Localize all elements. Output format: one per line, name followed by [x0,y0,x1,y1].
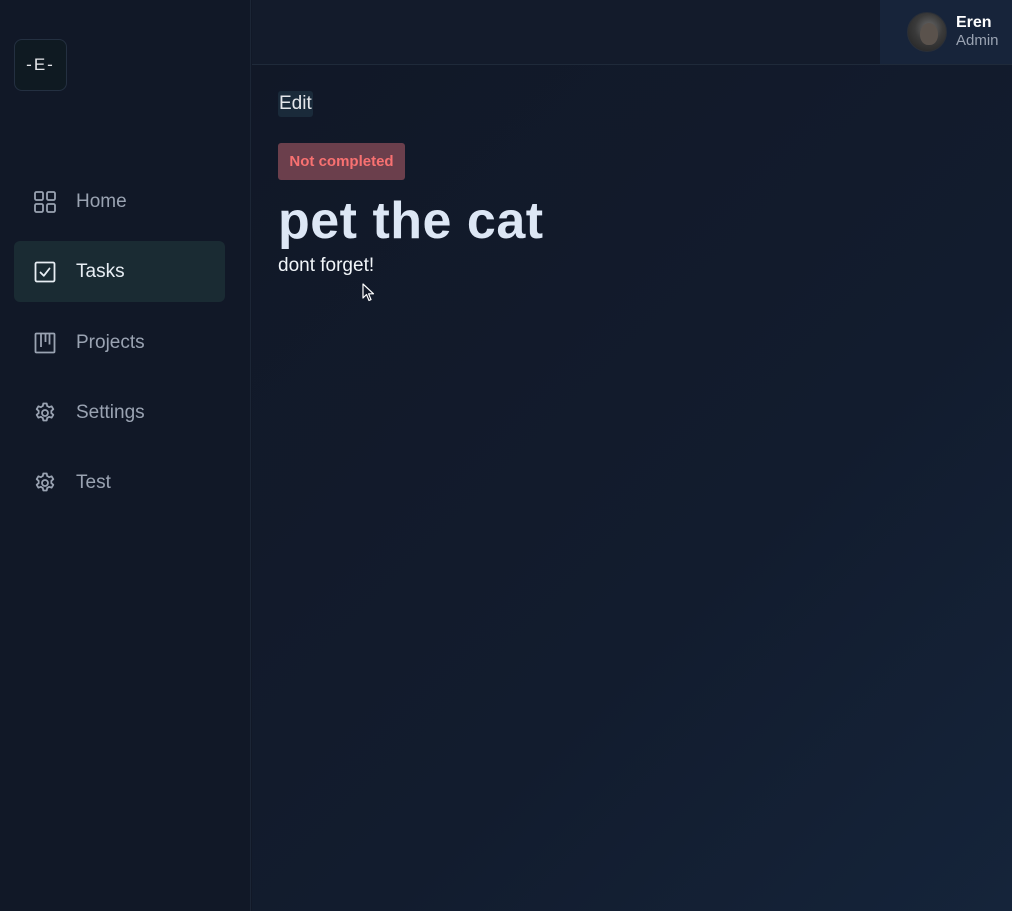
status-badge: Not completed [278,143,405,180]
sidebar-item-label: Test [76,471,111,493]
sidebar-item-label: Projects [76,331,145,353]
avatar [907,12,947,52]
gear-icon [33,401,57,425]
kanban-icon [33,331,57,355]
top-header: Eren Admin [252,0,1012,65]
task-title: pet the cat [278,192,544,250]
logo[interactable]: -E- [14,39,67,91]
grid-icon [33,190,57,214]
task-detail: Edit Not completed pet the cat dont forg… [252,65,1012,911]
sidebar-item-test[interactable]: Test [14,452,225,513]
sidebar-item-home[interactable]: Home [14,171,225,232]
gear-icon [33,471,57,495]
sidebar-item-projects[interactable]: Projects [14,312,225,373]
user-role: Admin [956,32,999,49]
sidebar: -E- Home Tasks Projects Settings Test [0,0,251,911]
task-description: dont forget! [278,255,375,276]
sidebar-item-label: Tasks [76,260,125,282]
user-menu[interactable]: Eren Admin [880,0,1012,64]
sidebar-item-label: Home [76,190,127,212]
sidebar-item-tasks[interactable]: Tasks [14,241,225,302]
check-square-icon [33,260,57,284]
user-info: Eren Admin [956,14,999,50]
sidebar-item-label: Settings [76,401,145,423]
user-name: Eren [956,14,992,31]
sidebar-item-settings[interactable]: Settings [14,382,225,443]
edit-button[interactable]: Edit [278,91,313,117]
app: -E- Home Tasks Projects Settings Test Er… [0,0,1012,911]
mouse-cursor-icon [362,283,375,302]
